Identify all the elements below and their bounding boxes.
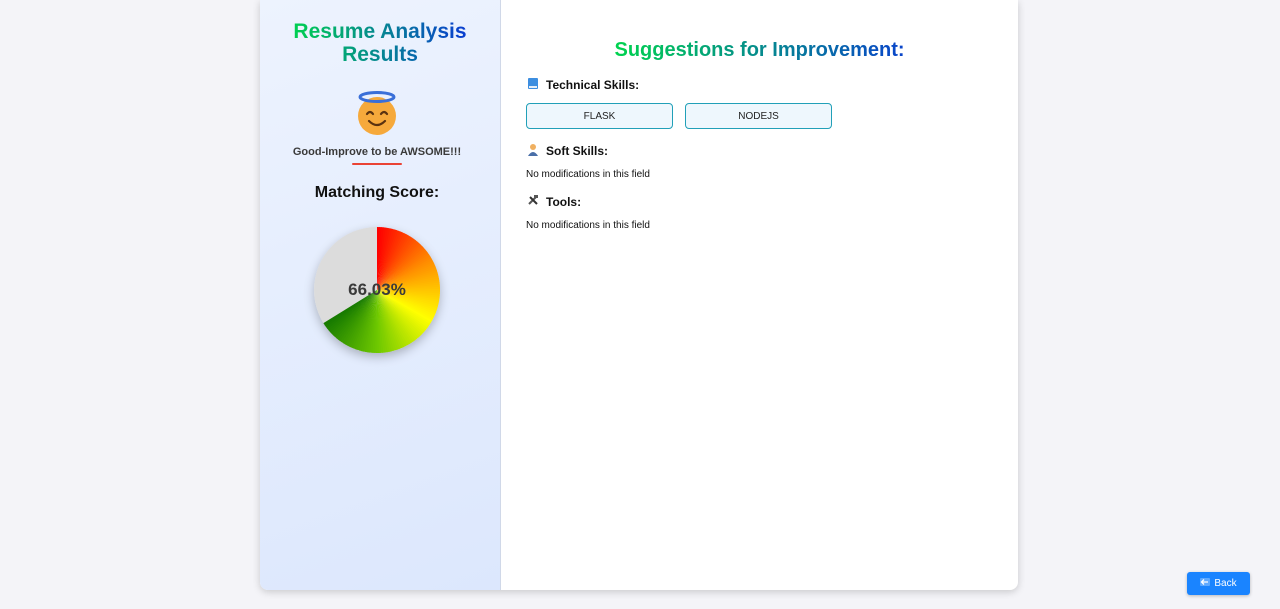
suggestions-title: Suggestions for Improvement: — [501, 39, 1018, 62]
technical-skills-label: Technical Skills: — [546, 78, 640, 92]
soft-skills-heading: Soft Skills: — [526, 143, 608, 159]
halo-smile-icon — [354, 90, 400, 136]
back-label: Back — [1214, 578, 1237, 589]
technical-skills-heading: Technical Skills: — [526, 77, 639, 93]
tools-note: No modifications in this field — [526, 220, 650, 231]
matching-score-label: Matching Score: — [314, 184, 440, 201]
back-button[interactable]: Back — [1187, 572, 1250, 595]
hammer-wrench-icon — [526, 194, 540, 209]
blue-book-icon — [526, 77, 540, 93]
skill-tag[interactable]: FLASK — [526, 103, 673, 129]
soft-skills-note: No modifications in this field — [526, 169, 650, 180]
score-panel: Resume Analysis Results Good-Improve to … — [260, 0, 501, 590]
skill-tag[interactable]: NODEJS — [685, 103, 832, 129]
matching-score-pie: 66.03% — [314, 227, 440, 353]
status-message: Good-Improve to be AWSOME!!! — [292, 146, 462, 158]
tools-heading: Tools: — [526, 194, 581, 209]
status-underline — [352, 163, 402, 165]
left-arrow-icon — [1200, 578, 1211, 589]
results-card: Resume Analysis Results Good-Improve to … — [260, 0, 1018, 590]
matching-score-value: 66.03% — [348, 280, 406, 299]
tools-label: Tools: — [546, 194, 582, 209]
results-title: Resume Analysis Results — [260, 20, 500, 66]
soft-skills-label: Soft Skills: — [546, 144, 609, 158]
suggestions-panel: Suggestions for Improvement: Technical S… — [501, 0, 1018, 590]
person-icon — [526, 143, 540, 159]
